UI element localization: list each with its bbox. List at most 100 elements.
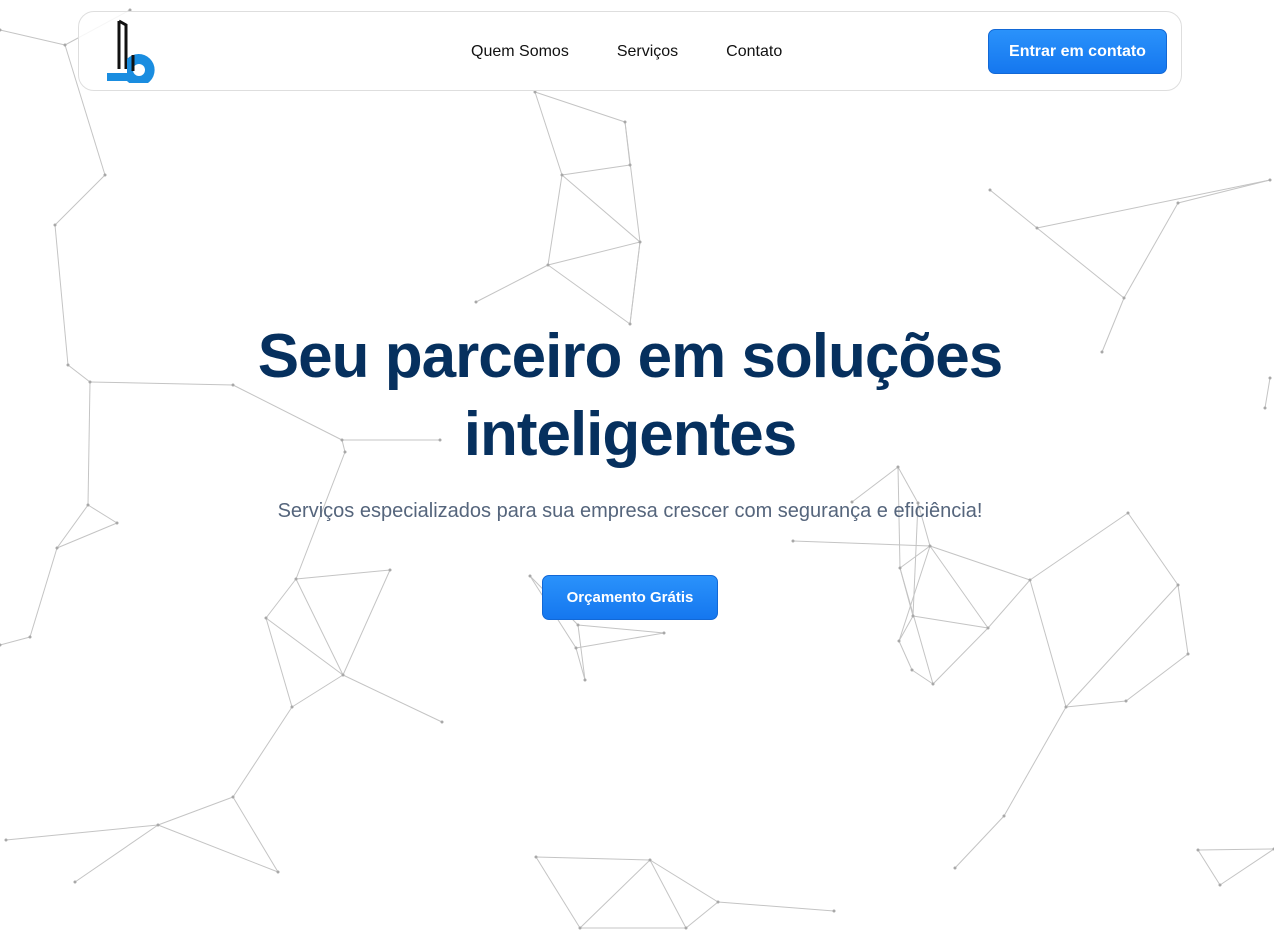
network-line [534,91,626,123]
network-node [576,623,580,627]
network-node [832,909,836,913]
network-node [63,43,67,47]
network-line [1127,512,1179,586]
network-node [4,838,8,842]
network-line [547,264,631,325]
network-line [5,824,159,841]
network-line [291,674,344,708]
brand-logo-icon[interactable] [105,19,159,83]
network-line [67,364,91,383]
network-node [388,568,392,572]
network-node [294,577,298,581]
network-node [73,880,77,884]
network-node [1176,201,1180,205]
network-node [440,720,444,724]
network-line [295,578,344,676]
network-node [115,521,119,525]
network-node [66,363,70,367]
network-line [898,640,913,671]
contact-button[interactable]: Entrar em contato [988,29,1167,74]
network-node [231,795,235,799]
network-line [1219,848,1274,886]
network-node [716,900,720,904]
network-node [1126,511,1130,515]
network-line [624,121,641,243]
network-line [899,567,934,685]
network-line [987,579,1031,629]
network-line [898,545,931,642]
network-line [575,632,665,649]
network-line [475,264,549,303]
network-line [717,901,835,912]
network-node [0,643,2,647]
network-node [1268,178,1272,182]
network-line [1036,179,1271,229]
network-line [547,174,563,266]
network-line [265,578,297,619]
network-node [1263,406,1267,410]
network-node [264,616,268,620]
network-node [578,926,582,930]
network-node [791,539,795,543]
network-node [1035,226,1039,230]
network-line [932,627,989,685]
network-line [547,241,641,266]
network-node [897,639,901,643]
network-line [0,29,66,46]
network-line [929,545,989,629]
network-node [1268,376,1272,380]
network-line [265,617,344,676]
network-line [561,174,641,243]
network-node [662,631,666,635]
network-node [474,300,478,304]
network-node [1186,652,1190,656]
network-node [1124,699,1128,703]
network-node [1218,883,1222,887]
network-line [232,796,279,873]
network-node [574,646,578,650]
network-line [575,647,586,681]
network-line [1177,179,1271,204]
network-line [1197,849,1221,886]
network-node [528,574,532,578]
network-node [1028,578,1032,582]
network-node [986,626,990,630]
network-line [1065,700,1127,708]
network-node [648,858,652,862]
nav-link-quem-somos[interactable]: Quem Somos [471,43,569,61]
network-line [87,381,91,506]
network-line [649,859,687,929]
network-line [929,545,1031,581]
network-node [156,823,160,827]
network-line [1036,227,1125,299]
hero-subtitle: Serviços especializados para sua empresa… [277,500,983,522]
network-node [684,926,688,930]
network-node [911,614,915,618]
network-line [535,856,651,861]
network-node [1002,814,1006,818]
network-line [157,824,279,873]
network-node [55,546,59,550]
network-line [265,617,293,708]
nav-link-servicos[interactable]: Serviços [617,43,678,61]
nav-link-contato[interactable]: Contato [726,43,782,61]
network-node [103,173,107,177]
free-quote-button[interactable]: Orçamento Grátis [542,575,718,620]
network-line [577,624,665,634]
network-line [157,796,234,826]
network-node [290,705,294,709]
network-line [342,569,391,676]
network-line [1029,512,1129,581]
network-line [29,547,58,638]
network-node [28,635,32,639]
network-node [623,120,627,124]
network-node [534,855,538,859]
network-line [561,164,631,176]
network-line [232,706,293,798]
network-line [295,569,391,580]
network-node [1196,848,1200,852]
network-line [792,540,931,547]
network-node [86,503,90,507]
network-line [1264,377,1271,409]
network-line [0,636,31,646]
